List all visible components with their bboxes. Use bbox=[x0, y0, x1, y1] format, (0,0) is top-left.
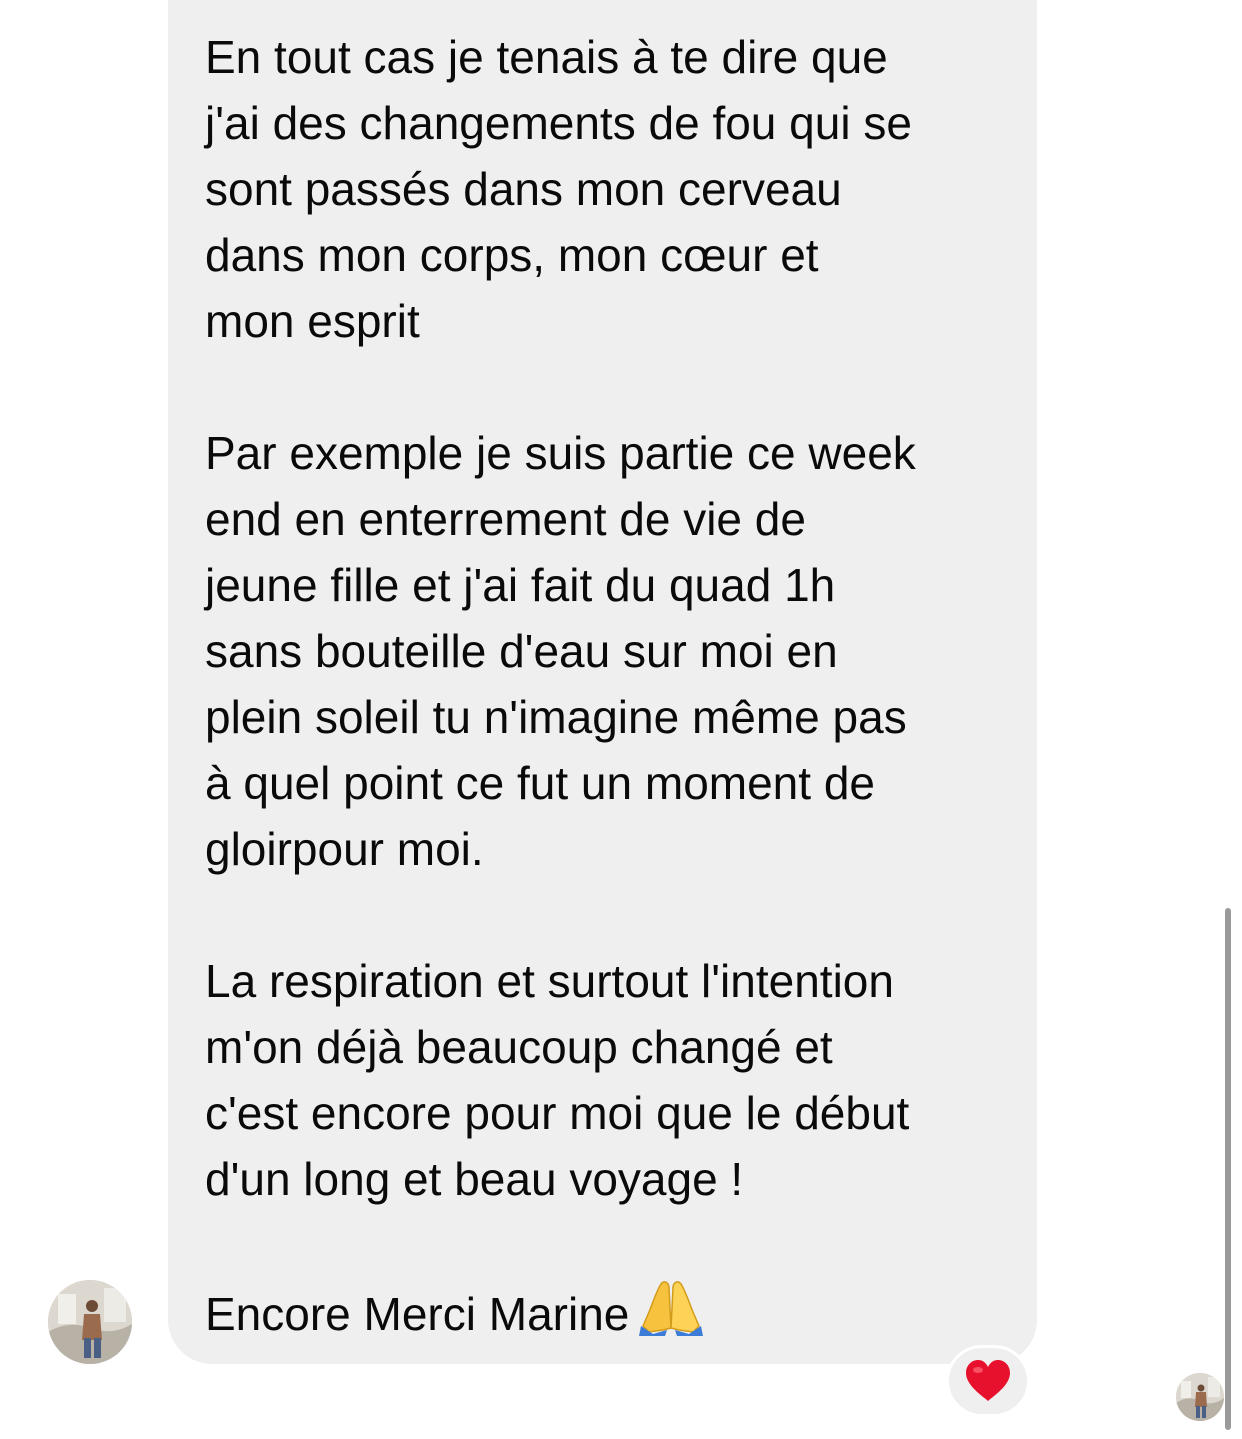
message-paragraph-2: Par exemple je suis partie ce week end e… bbox=[205, 427, 916, 875]
scrollbar[interactable] bbox=[1225, 908, 1231, 1430]
avatar-photo-icon bbox=[48, 1280, 132, 1364]
message-paragraph-4: Encore Merci Marine bbox=[205, 1278, 1025, 1353]
red-heart-icon bbox=[966, 1360, 1010, 1401]
folded-hands-icon bbox=[639, 1278, 704, 1353]
message-closing-text: Encore Merci Marine bbox=[205, 1288, 630, 1340]
reaction-badge[interactable] bbox=[946, 1345, 1030, 1417]
message-paragraph-3: La respiration et surtout l'intention m'… bbox=[205, 955, 910, 1205]
avatar-photo-icon bbox=[1176, 1373, 1224, 1421]
message-paragraph-1: En tout cas je tenais à te dire que j'ai… bbox=[205, 31, 912, 347]
sender-avatar[interactable] bbox=[48, 1280, 132, 1364]
read-receipt-avatar bbox=[1176, 1373, 1224, 1421]
